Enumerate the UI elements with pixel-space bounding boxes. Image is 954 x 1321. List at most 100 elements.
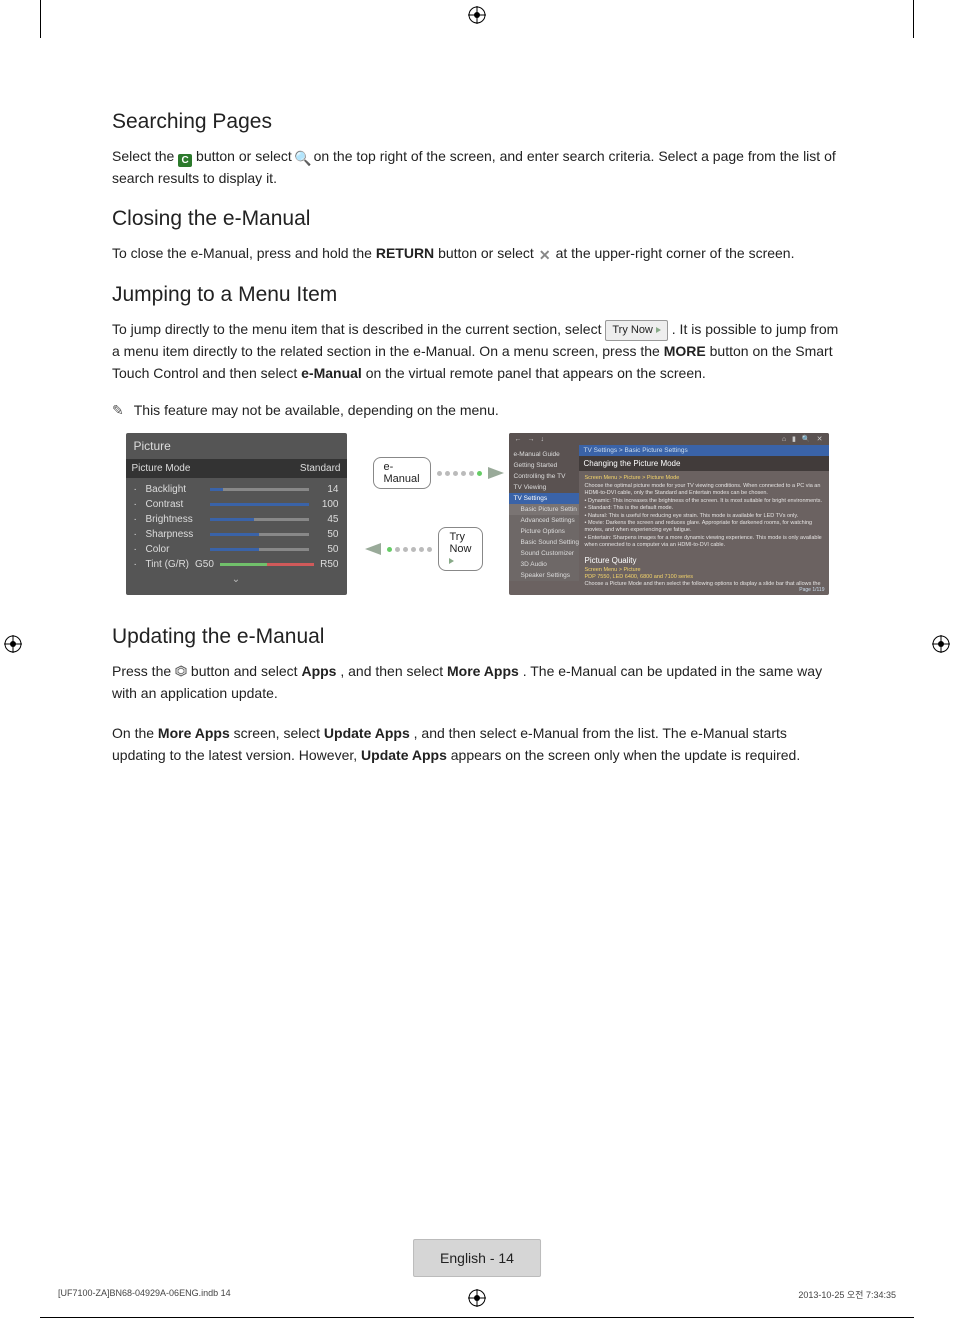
tint-g: G50	[195, 559, 214, 570]
emanual-pill: e-Manual	[373, 457, 431, 489]
heading-jumping-to-menu: Jumping to a Menu Item	[112, 283, 842, 307]
paragraph: On the More Apps screen, select Update A…	[112, 723, 842, 766]
label: Sharpness	[146, 529, 204, 540]
slider-tint: ·Tint (G/R)G50R50	[134, 557, 339, 572]
label: Color	[146, 544, 204, 555]
paragraph: To close the e-Manual, press and hold th…	[112, 243, 842, 265]
page-indicator: Page 1/119	[799, 587, 824, 594]
emanual-path: Screen Menu > Picture > Picture Mode	[585, 475, 823, 482]
emanual-body: Screen Menu > Picture > Picture Mode Cho…	[579, 471, 829, 592]
search-icon: 🔍	[802, 435, 811, 443]
slider-color: ·Color50	[134, 542, 339, 557]
sidebar-item: Controlling the TV	[509, 471, 579, 482]
text: appears on the screen only when the upda…	[451, 747, 800, 763]
text: on the virtual remote panel that appears…	[366, 365, 706, 381]
crop-mark	[40, 1317, 914, 1318]
close-icon: ✕	[538, 250, 552, 263]
emanual-panel: ← → ↓ ⌂ ▮ 🔍 ✕ e-Manual Guide Getting Started C…	[509, 433, 829, 595]
label: Brightness	[146, 514, 204, 525]
sidebar-item: TV Viewing	[509, 482, 579, 493]
text: Select the	[112, 148, 178, 164]
note: This feature may not be available, depen…	[112, 402, 842, 419]
sidebar-item: Speaker Settings	[509, 570, 579, 581]
search-icon: 🔍	[296, 152, 310, 165]
label: Backlight	[146, 484, 204, 495]
tv-picture-panel: Picture Picture ModeStandard ·Backlight1…	[126, 433, 347, 595]
c-button-icon: C	[178, 154, 192, 167]
play-icon	[449, 558, 454, 564]
text: screen, select	[234, 725, 324, 741]
back-icon: ←	[515, 436, 522, 443]
crop-mark	[913, 0, 914, 38]
emanual-toolbar: ← → ↓ ⌂ ▮ 🔍 ✕	[509, 433, 829, 445]
text: button and select	[191, 663, 302, 679]
sidebar-item: Basic Picture Settings	[509, 504, 579, 515]
heading-closing-emanual: Closing the e-Manual	[112, 207, 842, 231]
paragraph: Select the C button or select 🔍 on the t…	[112, 146, 842, 189]
heading-updating-emanual: Updating the e-Manual	[112, 625, 842, 649]
down-icon: ↓	[541, 436, 545, 443]
arrow-right-icon	[488, 467, 504, 479]
slider-sharpness: ·Sharpness50	[134, 527, 339, 542]
text: • Natural: This is useful for reducing e…	[585, 513, 823, 520]
sidebar-item: e-Manual Guide	[509, 449, 579, 460]
emanual-label: e-Manual	[301, 365, 362, 381]
text: Choose a Picture Mode and then select th…	[585, 581, 823, 588]
forward-icon: →	[528, 436, 535, 443]
text: at the upper-right corner of the screen.	[556, 245, 795, 261]
breadcrumb: TV Settings > Basic Picture Settings	[579, 445, 829, 456]
sidebar-item: TV Settings	[509, 493, 579, 504]
sidebar-item: Sound Customizer	[509, 548, 579, 559]
registration-mark-icon	[932, 635, 950, 653]
emanual-heading: Changing the Picture Mode	[579, 456, 829, 471]
arrow-left-icon	[365, 543, 381, 555]
trynow-label: Try Now	[449, 531, 471, 555]
text: button or select	[196, 148, 296, 164]
crop-mark	[40, 0, 41, 38]
text: • Movie: Darkens the screen and reduces …	[585, 520, 823, 535]
text: To close the e-Manual, press and hold th…	[112, 245, 376, 261]
tint-r: R50	[320, 559, 338, 570]
footer-timestamp: 2013-10-25 오전 7:34:35	[798, 1288, 896, 1301]
emanual-sidebar: e-Manual Guide Getting Started Controlli…	[509, 445, 579, 565]
text: , and then select	[340, 663, 447, 679]
value: 50	[315, 544, 339, 555]
sidebar-item: Picture Options	[509, 526, 579, 537]
sidebar-item: Advanced Settings	[509, 515, 579, 526]
footer-filename: [UF7100-ZA]BN68-04929A-06ENG.indb 14	[58, 1288, 231, 1301]
sidebar-item: 3D Audio	[509, 559, 579, 570]
picture-mode-value: Standard	[300, 463, 341, 474]
label: Contrast	[146, 499, 204, 510]
value: 50	[315, 529, 339, 540]
text: • Standard: This is the default mode.	[585, 505, 823, 512]
return-label: RETURN	[376, 245, 434, 261]
text: button or select	[438, 245, 538, 261]
close-icon: ✕	[817, 435, 823, 443]
trynow-label: Try Now	[612, 324, 653, 336]
emanual-path: Screen Menu > Picture	[585, 567, 823, 574]
bookmark-icon: ▮	[792, 435, 796, 443]
page-footer-badge: English - 14	[413, 1239, 541, 1277]
figure-connectors: e-Manual Try Now	[373, 433, 483, 595]
value: 100	[315, 499, 339, 510]
more-label: MORE	[664, 343, 706, 359]
home-icon: ⌂	[782, 436, 786, 443]
more-apps-label: More Apps	[447, 663, 519, 679]
slider-backlight: ·Backlight14	[134, 482, 339, 497]
paragraph: Press the button and select Apps , and t…	[112, 661, 842, 704]
text: • Dynamic: This increases the brightness…	[585, 498, 823, 505]
text: Press the	[112, 663, 175, 679]
update-apps-label: Update Apps	[324, 725, 410, 741]
heading-searching-pages: Searching Pages	[112, 110, 842, 134]
paragraph: To jump directly to the menu item that i…	[112, 319, 842, 384]
text: On the	[112, 725, 158, 741]
chevron-down-icon: ⌄	[134, 574, 339, 585]
figure-row: Picture Picture ModeStandard ·Backlight1…	[112, 433, 842, 595]
text: Choose the optimal picture mode for your…	[585, 483, 823, 498]
registration-mark-icon	[468, 6, 486, 24]
more-apps-label: More Apps	[158, 725, 230, 741]
emanual-heading: Picture Quality	[585, 556, 823, 567]
play-icon	[656, 327, 661, 333]
apps-label: Apps	[301, 663, 336, 679]
value: 45	[315, 514, 339, 525]
